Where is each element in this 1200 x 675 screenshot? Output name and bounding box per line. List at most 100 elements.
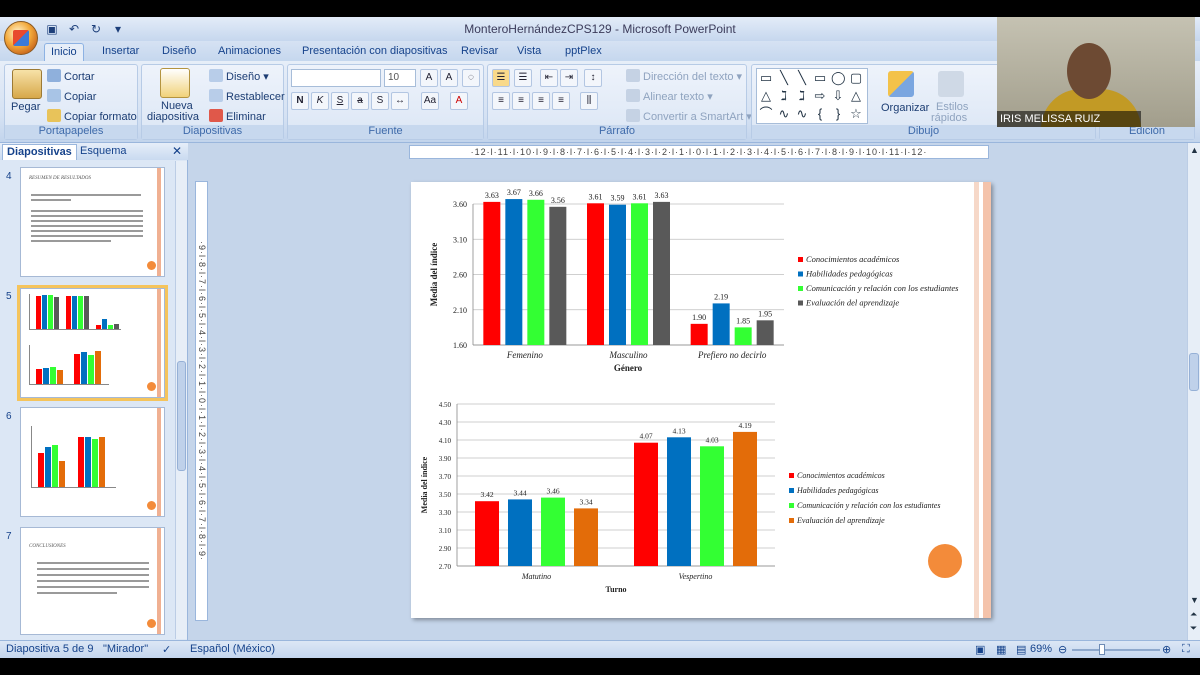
tab-vista[interactable]: Vista: [511, 43, 547, 61]
triangle-shape-icon[interactable]: △: [759, 89, 773, 103]
star-shape-icon[interactable]: ☆: [849, 107, 863, 121]
reset-button[interactable]: Restablecer: [209, 89, 285, 103]
close-panel-icon[interactable]: ✕: [172, 144, 182, 158]
y-tick-label: 3.30: [439, 509, 452, 517]
underline-button[interactable]: S: [331, 92, 349, 110]
align-text-button[interactable]: Alinear texto ▾: [626, 89, 713, 103]
line-spacing-button[interactable]: ↕: [584, 69, 602, 87]
decrease-indent-button[interactable]: ⇤: [540, 69, 558, 87]
font-name-box[interactable]: [291, 69, 381, 87]
quick-styles-label-2[interactable]: rápidos: [931, 112, 967, 124]
oval-shape-icon[interactable]: ◯: [831, 71, 846, 85]
bullets-button[interactable]: ☰: [492, 69, 510, 87]
italic-button[interactable]: K: [311, 92, 329, 110]
numbering-button[interactable]: ☰: [514, 69, 532, 87]
tab-diapositivas[interactable]: Diapositivas: [2, 144, 77, 160]
zoom-out-icon[interactable]: ⊖: [1058, 643, 1067, 656]
slideshow-icon[interactable]: ▤: [1016, 643, 1026, 656]
bar: [527, 199, 545, 345]
justify-button[interactable]: ≡: [552, 92, 570, 110]
line2-shape-icon[interactable]: ╲: [795, 71, 809, 85]
tab-presentacion[interactable]: Presentación con diapositivas: [296, 43, 454, 61]
zoom-slider-knob[interactable]: [1099, 644, 1105, 655]
copy-button[interactable]: Copiar: [47, 89, 96, 103]
zoom-level[interactable]: 69%: [1030, 643, 1052, 655]
y-tick-label: 4.30: [439, 419, 452, 427]
customize-qat-icon[interactable]: ▾: [110, 21, 126, 37]
next-slide-icon[interactable]: ⏷: [1190, 623, 1197, 634]
scroll-down-icon[interactable]: ▼: [1190, 595, 1199, 605]
new-slide-label-2[interactable]: diapositiva: [147, 111, 199, 123]
redo-icon[interactable]: ↻: [88, 21, 104, 37]
prev-slide-icon[interactable]: ⏶: [1190, 609, 1197, 620]
tab-animaciones[interactable]: Animaciones: [212, 43, 287, 61]
brace-right-shape-icon[interactable]: }: [831, 107, 845, 121]
align-right-button[interactable]: ≡: [532, 92, 550, 110]
slide-thumbnail-5[interactable]: [17, 285, 168, 401]
current-slide[interactable]: 3.60 3.10 2.60 2.10 1.60 3.63 3.67 3.66 3.56 Feme…: [411, 182, 991, 618]
rounded-rect-shape-icon[interactable]: ▢: [849, 71, 863, 85]
line-shape-icon[interactable]: ╲: [777, 71, 791, 85]
curve-shape-icon[interactable]: ∿: [777, 107, 791, 121]
undo-icon[interactable]: ↶: [66, 21, 82, 37]
font-color-button[interactable]: A: [450, 92, 468, 110]
thumb-bar: [81, 352, 87, 384]
format-painter-button[interactable]: Copiar formato: [47, 109, 137, 123]
delete-slide-button[interactable]: Eliminar: [209, 109, 266, 123]
tab-inicio[interactable]: Inicio: [44, 43, 84, 61]
zoom-in-icon[interactable]: ⊕: [1162, 643, 1171, 656]
rectangle-shape-icon[interactable]: ▭: [813, 71, 827, 85]
right-arrow-shape-icon[interactable]: ⇨: [813, 89, 827, 103]
language[interactable]: Español (México): [190, 643, 275, 655]
shapes-gallery[interactable]: ▭ ╲ ╲ ▭ ◯ ▢ △ ℷ ℷ ⇨ ⇩ △ ⌒ ∿ ∿ { } ☆: [756, 68, 868, 124]
align-center-button[interactable]: ≡: [512, 92, 530, 110]
strike-button[interactable]: a: [351, 92, 369, 110]
scribble-shape-icon[interactable]: ∿: [795, 107, 809, 121]
slide-sorter-icon[interactable]: ▦: [996, 643, 1006, 656]
freeform-shape-icon[interactable]: ⌒: [759, 107, 773, 121]
scroll-thumb[interactable]: [177, 361, 186, 471]
down-arrow-shape-icon[interactable]: ⇩: [831, 89, 845, 103]
elbow2-shape-icon[interactable]: ℷ: [795, 89, 809, 103]
tab-diseno[interactable]: Diseño: [156, 43, 202, 61]
scroll-up-icon[interactable]: ▲: [1190, 145, 1199, 155]
shadow-button[interactable]: S: [371, 92, 389, 110]
fit-slide-icon[interactable]: ⛶: [1182, 643, 1190, 656]
clear-format-button[interactable]: ◌: [462, 69, 480, 87]
spacing-button[interactable]: ↔: [391, 92, 409, 110]
tab-esquema[interactable]: Esquema: [76, 144, 130, 160]
font-size-box[interactable]: 10: [384, 69, 416, 87]
tab-pptplex[interactable]: pptPlex: [559, 43, 608, 61]
smartart-button[interactable]: Convertir a SmartArt ▾: [626, 109, 752, 123]
arrange-button[interactable]: Organizar: [881, 102, 929, 114]
brace-left-shape-icon[interactable]: {: [813, 107, 827, 121]
columns-button[interactable]: ⫼: [580, 92, 598, 110]
tab-revisar[interactable]: Revisar: [455, 43, 504, 61]
cut-button[interactable]: Cortar: [47, 69, 95, 83]
tab-insertar[interactable]: Insertar: [96, 43, 145, 61]
elbow-shape-icon[interactable]: ℷ: [777, 89, 791, 103]
delete-icon: [209, 109, 223, 122]
slides-panel-scrollbar[interactable]: [175, 161, 187, 639]
increase-indent-button[interactable]: ⇥: [560, 69, 578, 87]
layout-button[interactable]: Diseño ▾: [209, 69, 269, 83]
paste-button[interactable]: Pegar: [11, 101, 40, 113]
grow-font-button[interactable]: A: [420, 69, 438, 87]
spellcheck-icon[interactable]: ✓: [162, 643, 171, 656]
triangle2-shape-icon[interactable]: △: [849, 89, 863, 103]
shrink-font-button[interactable]: A: [440, 69, 458, 87]
editor-scrollbar[interactable]: ▲ ▼ ⏶ ⏷: [1187, 143, 1200, 640]
zoom-slider[interactable]: [1072, 649, 1160, 651]
slide-thumbnail-4[interactable]: RESUMEN DE RESULTADOS: [20, 167, 165, 277]
bold-button[interactable]: N: [291, 92, 309, 110]
slide-thumbnail-7[interactable]: CONCLUSIONES: [20, 527, 165, 635]
text-direction-button[interactable]: Dirección del texto ▾: [626, 69, 742, 83]
case-button[interactable]: Aa: [421, 92, 439, 110]
normal-view-icon[interactable]: ▣: [975, 643, 985, 656]
save-icon[interactable]: ▣: [44, 21, 60, 37]
scroll-thumb[interactable]: [1189, 353, 1199, 391]
office-button[interactable]: [4, 21, 38, 55]
slide-thumbnail-6[interactable]: [20, 407, 165, 517]
textbox-shape-icon[interactable]: ▭: [759, 71, 773, 85]
align-left-button[interactable]: ≡: [492, 92, 510, 110]
